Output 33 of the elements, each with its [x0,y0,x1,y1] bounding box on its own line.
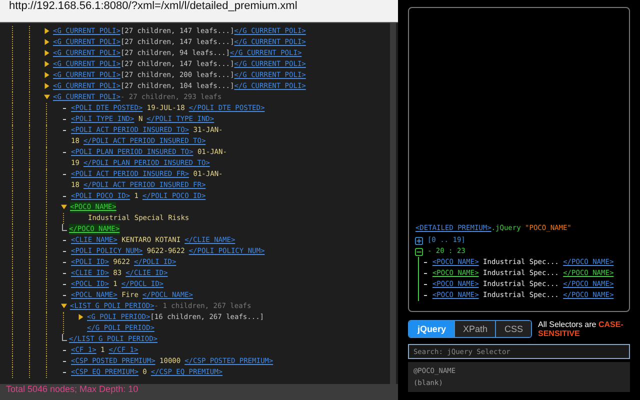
dash-icon [63,196,66,197]
minus-box-icon[interactable] [415,248,424,256]
right-triangle-icon[interactable] [44,83,50,89]
right-triangle-icon[interactable] [44,50,50,56]
scrollbar[interactable] [390,23,396,384]
dash-icon [63,295,66,296]
dash-icon [63,361,66,362]
right-triangle-icon[interactable] [44,72,50,78]
down-triangle-icon[interactable] [61,303,67,309]
dash-icon [63,130,66,131]
right-triangle-icon[interactable] [44,28,50,34]
case-notice: All Selectors are CASE-SENSITIVE [538,320,624,338]
dash-icon [63,372,66,373]
selector-tab[interactable]: CSS [495,321,531,338]
selector-tab[interactable]: XPath [454,321,496,338]
right-triangle-icon[interactable] [44,39,50,45]
dash-icon [63,284,66,285]
right-triangle-icon[interactable] [78,314,84,320]
address-bar[interactable]: http://192.168.56.1:8080/?xml=/xml/l/detailed_premium.xml [0,0,398,23]
dash-icon [63,262,66,263]
down-triangle-icon[interactable] [61,204,67,210]
dash-icon [63,251,66,252]
dash-icon [63,174,66,175]
down-triangle-icon[interactable] [44,94,50,100]
right-triangle-icon[interactable] [44,61,50,67]
dash-icon [63,108,66,109]
dash-icon [63,119,66,120]
dash-icon [63,350,66,351]
dash-icon [63,240,66,241]
dash-icon [63,273,66,274]
plus-box-icon[interactable] [415,236,424,245]
dash-icon [63,152,66,153]
status-bar: Total 5046 nodes; Max Depth: 10 [0,384,398,400]
